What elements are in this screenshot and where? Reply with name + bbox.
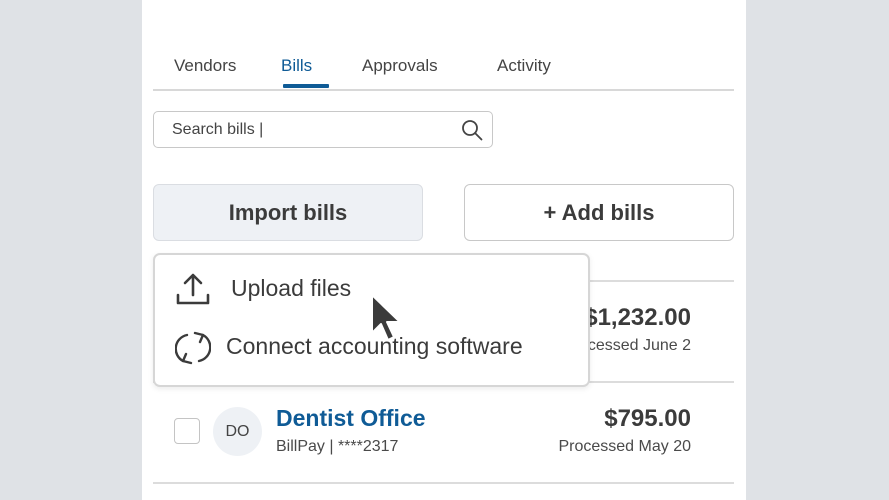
upload-icon <box>176 273 210 305</box>
tab-bills[interactable]: Bills <box>281 56 312 76</box>
add-bills-button[interactable]: + Add bills <box>464 184 734 241</box>
import-bills-button[interactable]: Import bills <box>153 184 423 241</box>
vendor-name-link[interactable]: Dentist Office <box>276 405 426 432</box>
search-icon[interactable] <box>461 119 483 141</box>
tab-bar: Vendors Bills Approvals Activity <box>153 0 734 91</box>
sync-icon <box>175 331 211 365</box>
active-tab-indicator <box>283 84 329 88</box>
row-checkbox[interactable] <box>174 418 200 444</box>
menu-item-label: Upload files <box>231 275 352 301</box>
bill-status: Processed May 20 <box>558 438 691 455</box>
tab-activity[interactable]: Activity <box>497 56 551 76</box>
search-input[interactable] <box>172 120 452 140</box>
vendor-avatar: DO <box>213 407 262 456</box>
tab-approvals[interactable]: Approvals <box>362 56 438 76</box>
bill-amount: $1,232.00 <box>584 304 691 331</box>
row-divider <box>153 482 734 484</box>
mouse-cursor-icon <box>371 294 401 341</box>
bills-panel: Vendors Bills Approvals Activity Import … <box>142 0 746 500</box>
bill-amount: $795.00 <box>604 405 691 432</box>
payment-method: BillPay | ****2317 <box>276 438 399 455</box>
search-box[interactable] <box>153 111 493 148</box>
tab-vendors[interactable]: Vendors <box>174 56 236 76</box>
